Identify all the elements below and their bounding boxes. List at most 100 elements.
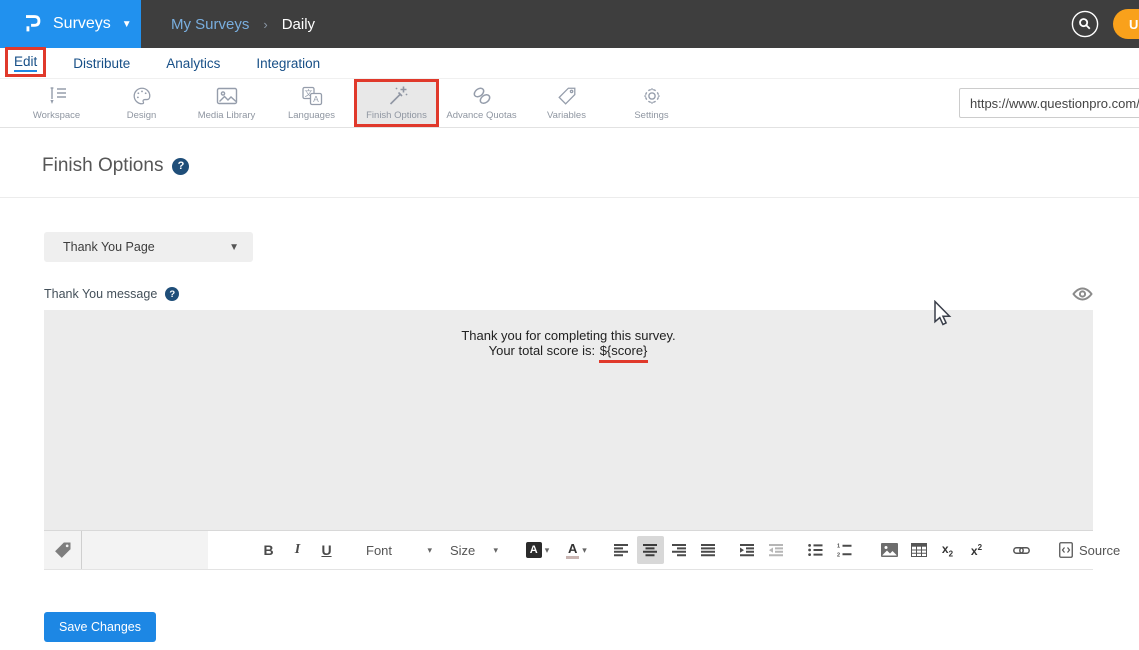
nav-item-languages[interactable]: 文 A Languages [269, 79, 354, 127]
translate-icon: 文 A [300, 85, 324, 107]
nav-item-workspace[interactable]: Workspace [14, 79, 99, 127]
nav-label: Finish Options [366, 110, 427, 121]
header-actions: Up [1071, 0, 1139, 48]
decrease-indent-button[interactable] [763, 536, 790, 564]
nav-label: Media Library [198, 110, 256, 121]
superscript-button[interactable]: x2 [963, 536, 990, 564]
edit-toolbar: Workspace Design Media Library [0, 78, 1139, 128]
nav-item-advance-quotas[interactable]: Advance Quotas [439, 79, 524, 127]
tab-integration[interactable]: Integration [256, 56, 320, 71]
surveys-product-menu[interactable]: Surveys ▼ [0, 0, 141, 48]
insert-link-button[interactable] [1008, 536, 1035, 564]
svg-text:A: A [313, 94, 319, 104]
upgrade-button[interactable]: Up [1113, 9, 1139, 39]
image-icon [214, 85, 240, 107]
preview-button[interactable] [1072, 286, 1093, 302]
tab-edit[interactable]: Edit [14, 54, 37, 72]
nav-item-finish-options[interactable]: Finish Options [354, 79, 439, 127]
help-icon[interactable]: ? [165, 287, 179, 301]
insert-image-icon [881, 543, 898, 557]
underline-button[interactable]: U [313, 536, 340, 564]
source-doc-icon [1059, 542, 1073, 558]
breadcrumb-my-surveys[interactable]: My Surveys [171, 16, 249, 33]
pencil-list-icon [45, 85, 69, 107]
bold-button[interactable]: B [255, 536, 282, 564]
justify-button[interactable] [695, 536, 722, 564]
text-color-letter: A [568, 542, 577, 555]
align-center-button[interactable] [637, 536, 664, 564]
dropdown-selected-value: Thank You Page [63, 240, 155, 254]
page-title: Finish Options [42, 155, 163, 177]
tab-edit-label: Edit [14, 54, 37, 69]
chevron-down-icon: ▾ [582, 545, 587, 556]
chevron-down-icon: ▾ [493, 545, 498, 556]
decrease-indent-icon [769, 543, 784, 557]
message-label-row: Thank You message ? [44, 286, 1093, 302]
section-divider [0, 197, 1139, 198]
align-right-icon [672, 543, 687, 557]
superscript-glyph: x2 [971, 543, 982, 558]
nav-item-variables[interactable]: Variables [524, 79, 609, 127]
insert-image-button[interactable] [876, 536, 903, 564]
gear-icon [640, 85, 664, 107]
align-left-icon [614, 543, 629, 557]
survey-tabbar: Edit Distribute Analytics Integration [0, 48, 1139, 78]
nav-label: Advance Quotas [446, 110, 516, 121]
breadcrumb: My Surveys › Daily [171, 0, 315, 48]
background-color-swatch: A [526, 542, 542, 558]
align-center-icon [643, 543, 658, 557]
save-changes-button[interactable]: Save Changes [44, 612, 156, 642]
text-color-button[interactable]: A ▾ [563, 536, 590, 564]
align-left-button[interactable] [608, 536, 635, 564]
nav-label: Variables [547, 110, 586, 121]
size-dropdown[interactable]: Size ▾ [442, 536, 506, 564]
nav-label: Languages [288, 110, 335, 121]
editor-line-2: Your total score is: ${score} [44, 344, 1093, 364]
editor-toolbar: B I U Font ▾ Size ▾ A ▾ [44, 530, 1093, 570]
size-dropdown-label: Size [450, 543, 475, 558]
link-icon [1013, 545, 1030, 556]
nav-item-design[interactable]: Design [99, 79, 184, 127]
help-icon[interactable]: ? [172, 158, 189, 175]
nav-label: Design [127, 110, 157, 121]
font-dropdown[interactable]: Font ▾ [358, 536, 440, 564]
background-color-button[interactable]: A ▾ [524, 536, 551, 564]
chevron-down-icon: ▼ [122, 19, 132, 30]
nav-label: Settings [634, 110, 668, 121]
justify-icon [701, 543, 716, 557]
merge-tag-button[interactable] [44, 531, 82, 569]
numbered-list-icon: 1 2 [837, 543, 852, 557]
insert-table-button[interactable] [905, 536, 932, 564]
breadcrumb-separator: › [263, 17, 267, 32]
search-button[interactable] [1071, 10, 1099, 38]
score-variable-annotated: ${score} [599, 344, 649, 364]
finish-options-page: Finish Options ? Thank You Page ▼ Thank … [0, 128, 1139, 642]
editor-content-area[interactable]: Thank you for completing this survey. Yo… [44, 310, 1093, 530]
product-label: Surveys [53, 15, 111, 33]
italic-button[interactable]: I [284, 536, 311, 564]
editor-toolbar-main: B I U Font ▾ Size ▾ A ▾ [208, 531, 1139, 569]
tab-analytics[interactable]: Analytics [166, 56, 220, 71]
thank-you-message-label: Thank You message [44, 287, 157, 301]
svg-text:1: 1 [837, 544, 840, 550]
bulleted-list-icon [808, 543, 823, 557]
text-color-bar [566, 556, 579, 559]
increase-indent-button[interactable] [734, 536, 761, 564]
insert-table-icon [911, 543, 927, 557]
source-button[interactable]: Source [1053, 536, 1126, 564]
subscript-button[interactable]: x2 [934, 536, 961, 564]
nav-item-settings[interactable]: Settings [609, 79, 694, 127]
tag-icon [555, 85, 579, 107]
nav-item-media-library[interactable]: Media Library [184, 79, 269, 127]
finish-type-dropdown[interactable]: Thank You Page ▼ [44, 232, 253, 262]
align-right-button[interactable] [666, 536, 693, 564]
numbered-list-button[interactable]: 1 2 [831, 536, 858, 564]
chain-links-icon [470, 85, 494, 107]
magic-wand-icon [385, 85, 409, 107]
font-dropdown-label: Font [366, 543, 392, 558]
survey-url-input[interactable] [959, 88, 1139, 118]
tab-distribute[interactable]: Distribute [73, 56, 130, 71]
subscript-glyph: x2 [942, 542, 953, 558]
svg-text:2: 2 [837, 553, 840, 557]
bulleted-list-button[interactable] [802, 536, 829, 564]
